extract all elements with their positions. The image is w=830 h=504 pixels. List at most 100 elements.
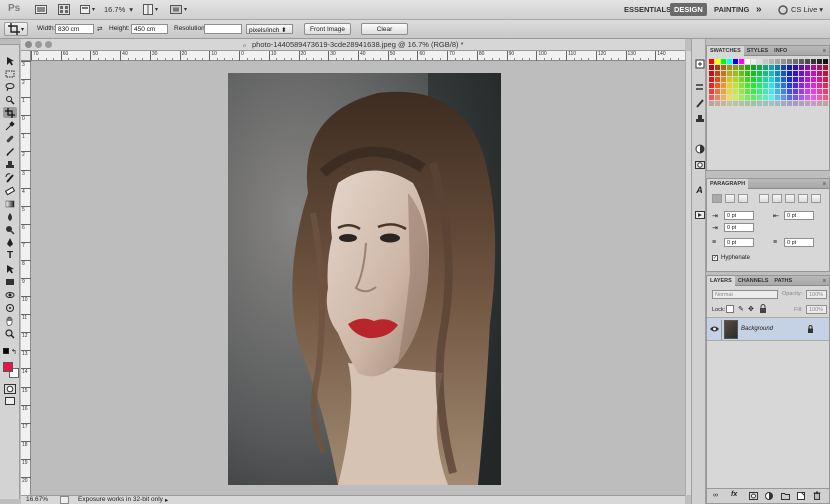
swatch[interactable] <box>805 65 810 70</box>
swatch[interactable] <box>787 77 792 82</box>
indent-right-field[interactable]: 0 pt <box>784 211 814 220</box>
swatch[interactable] <box>739 95 744 100</box>
swatch[interactable] <box>775 71 780 76</box>
3d-orbit-icon[interactable] <box>3 302 17 313</box>
swatch[interactable] <box>775 95 780 100</box>
indent-first-line-field[interactable]: 0 pt <box>724 223 754 232</box>
photo-canvas-image[interactable] <box>228 73 501 485</box>
mini-bridge-icon[interactable] <box>58 3 70 16</box>
fx-icon[interactable]: fx <box>731 491 737 498</box>
status-menu-arrow-icon[interactable]: ▸ <box>165 496 168 504</box>
path-select-icon[interactable] <box>3 263 17 274</box>
resolution-unit-select[interactable]: pixels/inch ⬍ <box>246 24 293 34</box>
swatch[interactable] <box>745 59 750 64</box>
swatch[interactable] <box>709 77 714 82</box>
swatch[interactable] <box>793 71 798 76</box>
swatch[interactable] <box>823 71 828 76</box>
swatch[interactable] <box>715 101 720 106</box>
swatch[interactable] <box>793 101 798 106</box>
ruler-origin[interactable] <box>21 51 31 61</box>
swatch[interactable] <box>751 59 756 64</box>
swatch[interactable] <box>745 65 750 70</box>
swatch[interactable] <box>757 95 762 100</box>
resolution-field[interactable] <box>204 24 242 34</box>
front-image-button[interactable]: Front Image <box>304 23 351 35</box>
swatch[interactable] <box>709 65 714 70</box>
swatch[interactable] <box>733 95 738 100</box>
tab-info[interactable]: INFO <box>771 46 790 56</box>
swatch[interactable] <box>811 89 816 94</box>
zoom-icon[interactable] <box>3 328 17 339</box>
swatch[interactable] <box>727 59 732 64</box>
lock-pixels-button[interactable]: ✎ <box>738 305 744 313</box>
mask-icon[interactable] <box>749 492 758 500</box>
swatch[interactable] <box>751 83 756 88</box>
swatch[interactable] <box>757 83 762 88</box>
marquee-tool-icon[interactable] <box>3 68 17 79</box>
masks-panel-icon[interactable] <box>694 159 705 170</box>
swatch[interactable] <box>769 95 774 100</box>
swatch[interactable] <box>733 65 738 70</box>
align-center-button[interactable] <box>725 194 735 203</box>
zoom-status[interactable]: 16.67% <box>26 496 48 503</box>
swatch[interactable] <box>793 83 798 88</box>
tool-preset-picker[interactable]: ▾ <box>4 22 28 36</box>
swatch[interactable] <box>739 59 744 64</box>
swatch[interactable] <box>769 77 774 82</box>
swatch[interactable] <box>721 95 726 100</box>
swatch[interactable] <box>787 83 792 88</box>
swatch[interactable] <box>727 71 732 76</box>
swatch[interactable] <box>763 65 768 70</box>
lasso-tool-icon[interactable] <box>3 81 17 92</box>
swatch[interactable] <box>769 101 774 106</box>
brush-panel-icon[interactable] <box>694 97 705 108</box>
swatch[interactable] <box>745 77 750 82</box>
tab-channels[interactable]: CHANNELS <box>735 276 772 286</box>
eye-icon[interactable] <box>710 325 719 333</box>
swatch[interactable] <box>715 83 720 88</box>
swatch[interactable] <box>733 59 738 64</box>
swatch[interactable] <box>799 89 804 94</box>
fill-field[interactable]: 100% <box>806 305 827 314</box>
foreground-color-swatch[interactable] <box>3 362 13 372</box>
swatch[interactable] <box>799 59 804 64</box>
align-left-button[interactable] <box>712 194 722 203</box>
lock-transparency-button[interactable] <box>726 305 734 313</box>
type-icon[interactable]: T <box>3 250 17 261</box>
zoom-window-button[interactable] <box>45 41 52 48</box>
swatch[interactable] <box>751 89 756 94</box>
swatch[interactable] <box>715 95 720 100</box>
swatch[interactable] <box>823 59 828 64</box>
more-workspaces-button[interactable]: » <box>752 3 766 16</box>
swatch[interactable] <box>763 83 768 88</box>
swatch[interactable] <box>823 65 828 70</box>
history-panel-icon[interactable] <box>694 58 705 69</box>
swatch[interactable] <box>745 89 750 94</box>
swatch[interactable] <box>739 77 744 82</box>
swatch[interactable] <box>751 71 756 76</box>
swatch[interactable] <box>781 83 786 88</box>
adjustment-icon[interactable] <box>765 492 773 500</box>
space-after-field[interactable]: 0 pt <box>784 238 814 247</box>
swatch[interactable] <box>775 77 780 82</box>
panel-menu-icon[interactable]: ≡ <box>820 46 829 56</box>
swatch[interactable] <box>787 101 792 106</box>
swatch[interactable] <box>721 89 726 94</box>
swatch[interactable] <box>787 89 792 94</box>
document-tab[interactable]: ▫ photo-1440589473619-3cde28941638.jpeg … <box>21 39 685 51</box>
swatch[interactable] <box>763 71 768 76</box>
swatch[interactable] <box>775 83 780 88</box>
adjustments-panel-icon[interactable] <box>694 143 705 154</box>
swatch[interactable] <box>793 77 798 82</box>
swatch[interactable] <box>811 101 816 106</box>
justify-last-left-button[interactable] <box>759 194 769 203</box>
swatch[interactable] <box>733 77 738 82</box>
swatch[interactable] <box>781 89 786 94</box>
swatch[interactable] <box>781 101 786 106</box>
swatch[interactable] <box>745 95 750 100</box>
paragraph-panel-icon[interactable] <box>694 209 705 220</box>
swatch[interactable] <box>733 71 738 76</box>
swatch[interactable] <box>727 77 732 82</box>
quick-select-icon[interactable] <box>3 94 17 105</box>
zoom-level-select[interactable]: 16.7% ▾ <box>104 3 133 16</box>
